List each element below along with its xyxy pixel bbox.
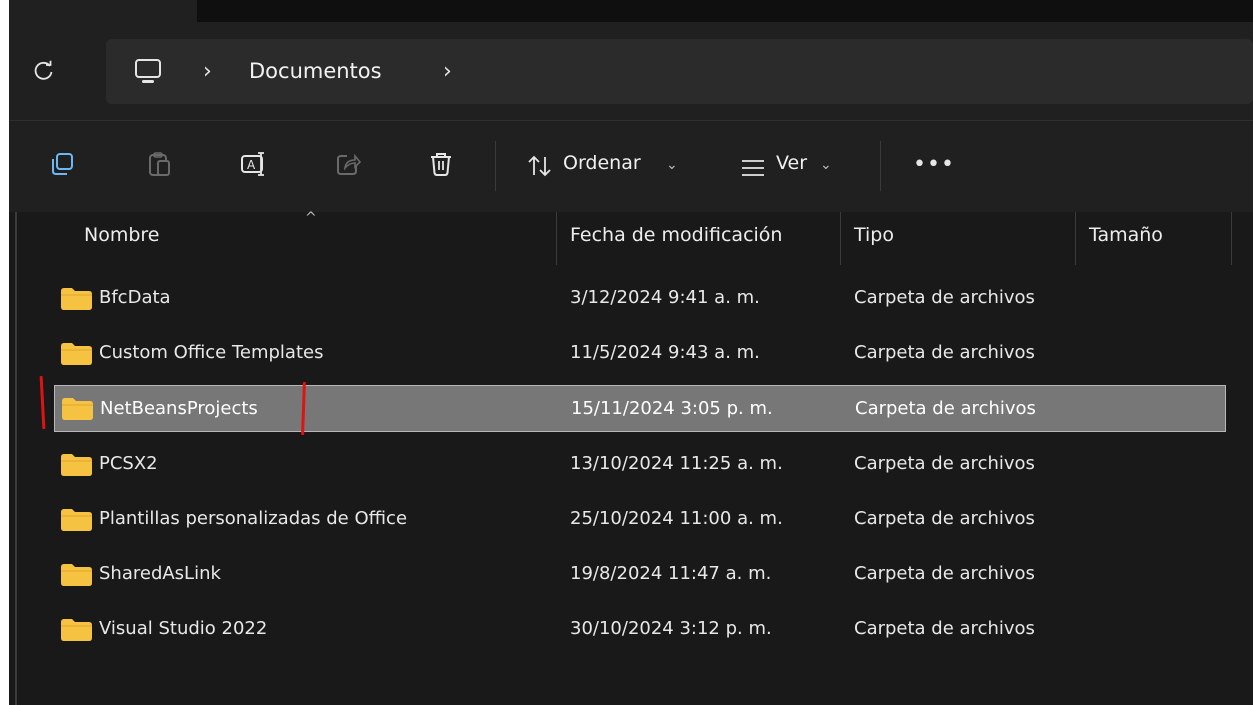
folder-icon	[61, 288, 92, 310]
file-type: Carpeta de archivos	[854, 453, 1035, 474]
paste-icon	[149, 152, 170, 176]
command-bar: A Ordenar ⌄ Ver ⌄ •••	[9, 120, 1253, 213]
file-date: 13/10/2024 11:25 a. m.	[570, 453, 783, 474]
sort-icon	[528, 155, 551, 177]
file-name: Custom Office Templates	[99, 342, 324, 363]
annotation-mark	[39, 375, 46, 430]
folder-icon	[61, 509, 92, 531]
file-type: Carpeta de archivos	[854, 287, 1035, 308]
file-type: Carpeta de archivos	[854, 563, 1035, 584]
file-name: NetBeansProjects	[100, 398, 258, 419]
column-header-name[interactable]: Nombre	[84, 224, 160, 246]
address-bar[interactable]: › Documentos ›	[106, 39, 1253, 104]
tab-strip	[197, 0, 1253, 22]
list-item[interactable]: Plantillas personalizadas de Office 25/1…	[54, 498, 1226, 542]
toolbar-divider	[880, 141, 881, 191]
address-bar-row: › Documentos ›	[9, 34, 1253, 120]
file-list: ^ Nombre Fecha de modificación Tipo Tama…	[9, 210, 1253, 705]
sort-label: Ordenar	[563, 152, 641, 174]
file-type: Carpeta de archivos	[854, 342, 1035, 363]
chevron-down-icon: ⌄	[820, 157, 832, 173]
file-date: 11/5/2024 9:43 a. m.	[570, 342, 760, 363]
column-separator[interactable]	[1075, 212, 1076, 265]
view-icon	[742, 160, 764, 176]
more-icon: •••	[913, 152, 955, 177]
file-date: 15/11/2024 3:05 p. m.	[571, 398, 773, 419]
folder-icon	[61, 564, 92, 586]
column-header-row: ^ Nombre Fecha de modificación Tipo Tama…	[9, 210, 1253, 265]
file-date: 3/12/2024 9:41 a. m.	[570, 287, 760, 308]
this-pc-icon	[135, 59, 161, 83]
rename-button[interactable]: A	[238, 148, 270, 180]
file-date: 25/10/2024 11:00 a. m.	[570, 508, 783, 529]
sort-button[interactable]: Ordenar ⌄	[521, 121, 701, 212]
list-item[interactable]: SharedAsLink 19/8/2024 11:47 a. m. Carpe…	[54, 553, 1226, 597]
refresh-button[interactable]	[29, 56, 59, 86]
file-name: Plantillas personalizadas de Office	[99, 508, 408, 529]
share-icon	[337, 153, 361, 175]
file-date: 30/10/2024 3:12 p. m.	[570, 618, 772, 639]
folder-icon	[61, 619, 92, 641]
copy-icon	[52, 153, 73, 175]
file-name: SharedAsLink	[99, 563, 221, 584]
folder-icon	[61, 343, 92, 365]
refresh-icon	[34, 60, 53, 80]
rename-icon: A	[241, 152, 264, 176]
file-date: 19/8/2024 11:47 a. m.	[570, 563, 772, 584]
column-separator[interactable]	[556, 212, 557, 265]
column-separator[interactable]	[1231, 212, 1232, 265]
file-type: Carpeta de archivos	[854, 508, 1035, 529]
file-name: PCSX2	[99, 453, 158, 474]
chevron-down-icon: ⌄	[666, 157, 678, 173]
view-button[interactable]: Ver ⌄	[734, 121, 854, 212]
more-options-button[interactable]: •••	[907, 146, 957, 186]
list-item-selected[interactable]: NetBeansProjects 15/11/2024 3:05 p. m. C…	[54, 385, 1226, 432]
breadcrumb-chevron-icon[interactable]: ›	[203, 59, 212, 84]
toolbar-divider	[495, 141, 496, 191]
file-type: Carpeta de archivos	[854, 618, 1035, 639]
paste-button[interactable]	[143, 148, 175, 180]
pane-border	[15, 212, 17, 705]
folder-icon	[62, 398, 93, 420]
copy-button[interactable]	[46, 148, 78, 180]
breadcrumb-chevron-icon[interactable]: ›	[443, 59, 452, 84]
file-name: BfcData	[99, 287, 171, 308]
list-item[interactable]: Visual Studio 2022 30/10/2024 3:12 p. m.…	[54, 608, 1226, 652]
trash-icon	[431, 153, 451, 176]
list-item[interactable]: PCSX2 13/10/2024 11:25 a. m. Carpeta de …	[54, 443, 1226, 487]
file-explorer-window: › Documentos › A Ordenar ⌄ Ver ⌄ ••• ^ N…	[9, 0, 1253, 705]
share-button[interactable]	[332, 148, 364, 180]
folder-icon	[61, 454, 92, 476]
breadcrumb-documentos[interactable]: Documentos	[249, 59, 382, 83]
list-item[interactable]: Custom Office Templates 11/5/2024 9:43 a…	[54, 332, 1226, 376]
column-separator[interactable]	[840, 212, 841, 265]
file-name: Visual Studio 2022	[99, 618, 268, 639]
svg-text:A: A	[247, 158, 256, 172]
list-item[interactable]: BfcData 3/12/2024 9:41 a. m. Carpeta de …	[54, 277, 1226, 321]
column-header-size[interactable]: Tamaño	[1089, 224, 1163, 246]
file-type: Carpeta de archivos	[855, 398, 1036, 419]
delete-button[interactable]	[425, 148, 457, 180]
view-label: Ver	[776, 152, 808, 174]
title-bar	[9, 0, 1253, 34]
column-header-date[interactable]: Fecha de modificación	[570, 224, 782, 246]
sort-ascending-icon: ^	[305, 210, 317, 226]
column-header-type[interactable]: Tipo	[854, 224, 894, 246]
